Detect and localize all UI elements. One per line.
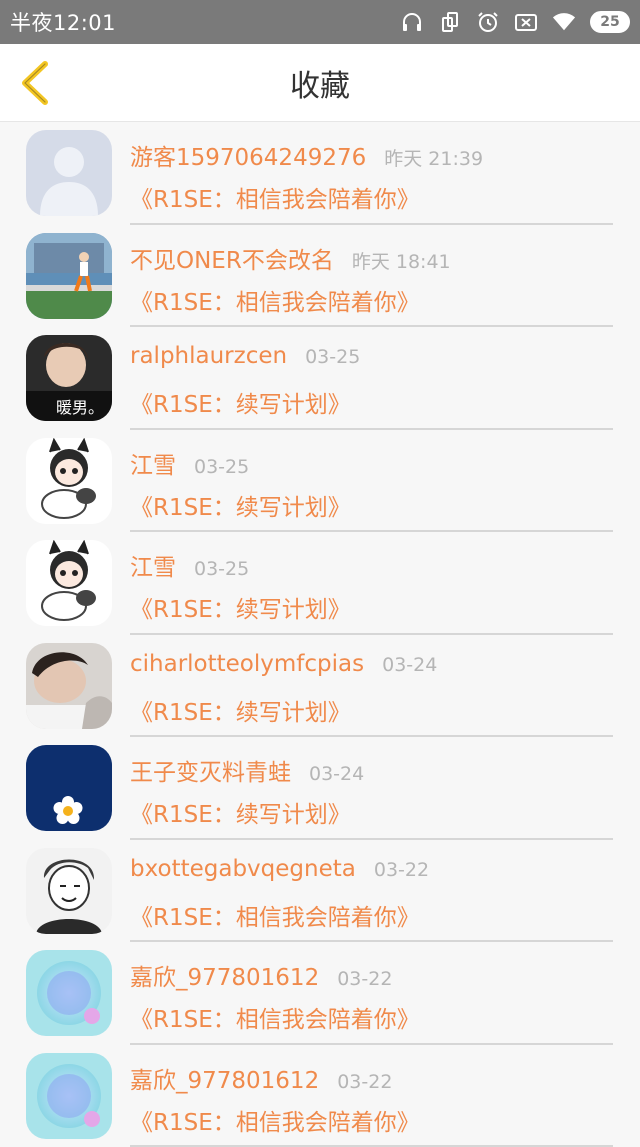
back-button[interactable] bbox=[14, 60, 54, 106]
username[interactable]: bxottegabvqegneta bbox=[130, 856, 356, 882]
item-body: 不见ONER不会改名昨天 18:41 《R1SE：相信我会陪着你》 bbox=[130, 225, 613, 328]
timestamp: 03-25 bbox=[305, 346, 360, 368]
list-item[interactable]: 不见ONER不会改名昨天 18:41 《R1SE：相信我会陪着你》 bbox=[0, 225, 640, 328]
work-title[interactable]: 《R1SE：续写计划》 bbox=[130, 693, 351, 727]
list-item[interactable]: 暖男。 ralphlaurzcen 03-25 《R1SE：续写计划》 bbox=[0, 327, 640, 430]
list-item[interactable]: 江雪 03-25 《R1SE：续写计划》 bbox=[0, 430, 640, 533]
username[interactable]: 游客1597064249276 bbox=[130, 138, 366, 172]
avatar[interactable] bbox=[26, 1053, 112, 1139]
avatar[interactable] bbox=[26, 848, 112, 934]
username[interactable]: ralphlaurzcen bbox=[130, 343, 287, 369]
cat-girl-cartoon bbox=[26, 540, 112, 626]
blue-bubble bbox=[26, 1053, 112, 1139]
cat-girl-cartoon bbox=[26, 438, 112, 524]
status-icons: 25 bbox=[400, 10, 630, 34]
no-sim-icon bbox=[514, 10, 538, 34]
timestamp: 03-25 bbox=[194, 456, 249, 478]
battery-icon: 25 bbox=[590, 11, 630, 33]
timestamp: 昨天 21:39 bbox=[384, 144, 483, 171]
username[interactable]: 嘉欣_977801612 bbox=[130, 958, 319, 992]
alarm-icon bbox=[476, 10, 500, 34]
status-bar: 半夜12:01 25 bbox=[0, 0, 640, 44]
list-item[interactable]: 嘉欣_977801612 03-22 《R1SE：相信我会陪着你》 bbox=[0, 1045, 640, 1147]
username[interactable]: 江雪 bbox=[130, 446, 176, 480]
timestamp: 03-22 bbox=[337, 1071, 392, 1093]
sleeping-photo bbox=[26, 643, 112, 729]
headphones-icon bbox=[400, 10, 424, 34]
work-title[interactable]: 《R1SE：相信我会陪着你》 bbox=[130, 1103, 420, 1137]
timestamp: 03-24 bbox=[382, 654, 437, 676]
running-photo bbox=[26, 233, 112, 319]
username[interactable]: 嘉欣_977801612 bbox=[130, 1061, 319, 1095]
list-item[interactable]: 嘉欣_977801612 03-22 《R1SE：相信我会陪着你》 bbox=[0, 942, 640, 1045]
list-item[interactable]: 王子变灭料青蛙 03-24 《R1SE：续写计划》 bbox=[0, 737, 640, 840]
work-title[interactable]: 《R1SE：相信我会陪着你》 bbox=[130, 180, 420, 214]
avatar[interactable] bbox=[26, 130, 112, 216]
avatar[interactable] bbox=[26, 643, 112, 729]
timestamp: 03-25 bbox=[194, 558, 249, 580]
default-avatar-icon bbox=[26, 130, 112, 216]
list-item[interactable]: 江雪 03-25 《R1SE：续写计划》 bbox=[0, 532, 640, 635]
item-body: ralphlaurzcen 03-25 《R1SE：续写计划》 bbox=[130, 327, 613, 430]
timestamp: 03-22 bbox=[374, 859, 429, 881]
timestamp: 昨天 18:41 bbox=[352, 247, 451, 274]
portrait-photo: 暖男。 bbox=[26, 335, 112, 421]
wifi-icon bbox=[552, 10, 576, 34]
list-item[interactable]: ciharlotteolymfcpias 03-24 《R1SE：续写计划》 bbox=[0, 635, 640, 738]
avatar-caption: 暖男。 bbox=[56, 398, 104, 417]
page-title: 收藏 bbox=[290, 61, 350, 105]
item-body: 嘉欣_977801612 03-22 《R1SE：相信我会陪着你》 bbox=[130, 1045, 613, 1147]
avatar[interactable] bbox=[26, 950, 112, 1036]
work-title[interactable]: 《R1SE：续写计划》 bbox=[130, 385, 351, 419]
username[interactable]: 王子变灭料青蛙 bbox=[130, 753, 291, 787]
username[interactable]: 不见ONER不会改名 bbox=[130, 241, 334, 275]
status-time: 半夜12:01 bbox=[10, 7, 116, 37]
screen-rotate-icon bbox=[438, 10, 462, 34]
item-body: bxottegabvqegneta 03-22 《R1SE：相信我会陪着你》 bbox=[130, 840, 613, 943]
work-title[interactable]: 《R1SE：相信我会陪着你》 bbox=[130, 898, 420, 932]
work-title[interactable]: 《R1SE：相信我会陪着你》 bbox=[130, 283, 420, 317]
avatar[interactable] bbox=[26, 233, 112, 319]
item-body: 游客1597064249276 昨天 21:39 《R1SE：相信我会陪着你》 bbox=[130, 122, 613, 225]
list-item[interactable]: 游客1597064249276 昨天 21:39 《R1SE：相信我会陪着你》 bbox=[0, 122, 640, 225]
chevron-left-icon bbox=[19, 60, 49, 106]
username[interactable]: ciharlotteolymfcpias bbox=[130, 651, 364, 677]
title-bar: 收藏 bbox=[0, 44, 640, 122]
avatar[interactable] bbox=[26, 540, 112, 626]
work-title[interactable]: 《R1SE：续写计划》 bbox=[130, 795, 351, 829]
favorites-list: 游客1597064249276 昨天 21:39 《R1SE：相信我会陪着你》 不… bbox=[0, 122, 640, 1147]
avatar[interactable]: 暖男。 bbox=[26, 335, 112, 421]
item-body: ciharlotteolymfcpias 03-24 《R1SE：续写计划》 bbox=[130, 635, 613, 738]
item-body: 江雪 03-25 《R1SE：续写计划》 bbox=[130, 430, 613, 533]
flower-on-navy bbox=[26, 745, 112, 831]
item-body: 王子变灭料青蛙 03-24 《R1SE：续写计划》 bbox=[130, 737, 613, 840]
work-title[interactable]: 《R1SE：续写计划》 bbox=[130, 488, 351, 522]
work-title[interactable]: 《R1SE：续写计划》 bbox=[130, 590, 351, 624]
item-body: 嘉欣_977801612 03-22 《R1SE：相信我会陪着你》 bbox=[130, 942, 613, 1045]
username[interactable]: 江雪 bbox=[130, 548, 176, 582]
timestamp: 03-24 bbox=[309, 763, 364, 785]
blue-bubble bbox=[26, 950, 112, 1036]
battery-level: 25 bbox=[600, 14, 619, 30]
list-item[interactable]: bxottegabvqegneta 03-22 《R1SE：相信我会陪着你》 bbox=[0, 840, 640, 943]
timestamp: 03-22 bbox=[337, 968, 392, 990]
avatar[interactable] bbox=[26, 745, 112, 831]
work-title[interactable]: 《R1SE：相信我会陪着你》 bbox=[130, 1000, 420, 1034]
avatar[interactable] bbox=[26, 438, 112, 524]
item-body: 江雪 03-25 《R1SE：续写计划》 bbox=[130, 532, 613, 635]
manga-sketch bbox=[26, 848, 112, 934]
